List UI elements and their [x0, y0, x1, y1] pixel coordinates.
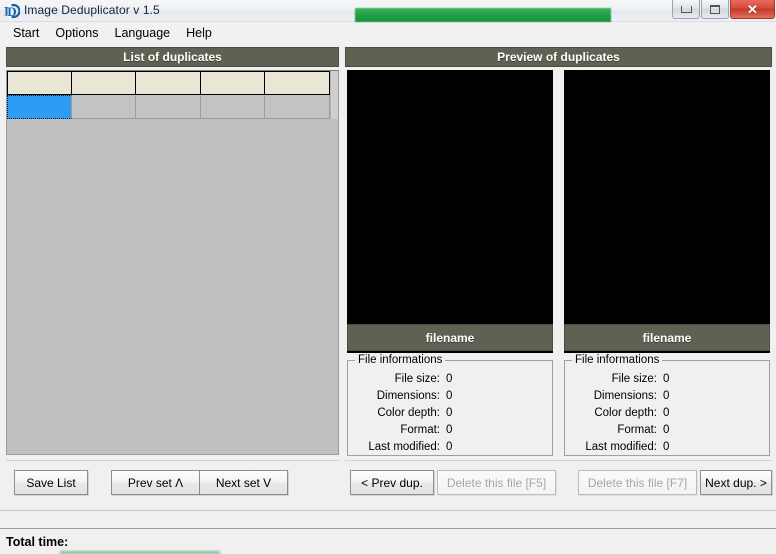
file-info-line-filesize-left: File size: 0 — [348, 373, 552, 390]
grid-header-cell-4[interactable] — [200, 71, 266, 94]
grid-header-cell-3[interactable] — [136, 71, 201, 94]
grid-cell-2[interactable] — [71, 95, 137, 119]
table-row[interactable] — [7, 95, 338, 119]
file-information-row: File informations File size: 0 Dimension… — [347, 354, 770, 458]
grid-header-cell-1[interactable] — [7, 71, 72, 94]
dimensions-value-left: 0 — [446, 390, 453, 402]
dimensions-label-left: Dimensions: — [376, 390, 440, 402]
preview-filename-row: filename filename — [347, 324, 770, 351]
file-info-title-right: File informations — [572, 354, 663, 366]
grid-cell-5[interactable] — [265, 95, 330, 119]
prev-dup-button[interactable]: < Prev dup. — [350, 470, 434, 495]
color-depth-value-right: 0 — [663, 407, 670, 419]
file-info-line-format-left: Format: 0 — [348, 424, 552, 441]
grid-header-row — [7, 71, 338, 95]
close-button[interactable]: ✕ — [730, 0, 775, 19]
format-value-right: 0 — [663, 424, 670, 436]
delete-file-f7-button[interactable]: Delete this file [F7] — [578, 470, 697, 495]
delete-file-f5-button[interactable]: Delete this file [F5] — [437, 470, 556, 495]
menu-item-options[interactable]: Options — [48, 24, 107, 43]
file-size-value-left: 0 — [446, 373, 453, 385]
minimize-button[interactable] — [672, 0, 700, 19]
dimensions-value-right: 0 — [663, 390, 670, 402]
format-label-left: Format: — [400, 424, 440, 436]
preview-button-bar: < Prev dup. Delete this file [F5] Delete… — [345, 460, 772, 504]
file-info-title-left: File informations — [355, 354, 446, 366]
file-size-label-left: File size: — [394, 373, 440, 385]
file-info-line-lastmodified-right: Last modified: 0 — [565, 441, 769, 458]
preview-image-left[interactable] — [347, 70, 553, 353]
file-info-line-dimensions-left: Dimensions: 0 — [348, 390, 552, 407]
format-value-left: 0 — [446, 424, 453, 436]
file-size-label-right: File size: — [611, 373, 657, 385]
minimize-icon — [680, 5, 692, 13]
file-info-line-colordepth-right: Color depth: 0 — [565, 407, 769, 424]
menu-item-help[interactable]: Help — [179, 24, 221, 43]
grid-cell-3[interactable] — [136, 95, 201, 119]
color-depth-value-left: 0 — [446, 407, 453, 419]
file-info-fields-left: File size: 0 Dimensions: 0 Color depth: … — [348, 373, 552, 458]
file-info-line-lastmodified-left: Last modified: 0 — [348, 441, 552, 458]
grid-header-cell-5[interactable] — [265, 71, 330, 94]
color-depth-label-left: Color depth: — [377, 407, 440, 419]
file-info-fields-right: File size: 0 Dimensions: 0 Color depth: … — [565, 373, 769, 458]
duplicates-list-header: List of duplicates — [6, 47, 339, 67]
menu-item-start[interactable]: Start — [6, 24, 48, 43]
file-info-line-filesize-right: File size: 0 — [565, 373, 769, 390]
color-depth-label-right: Color depth: — [594, 407, 657, 419]
file-info-line-colordepth-left: Color depth: 0 — [348, 407, 552, 424]
window-controls: ✕ — [671, 0, 775, 20]
file-size-value-right: 0 — [663, 373, 670, 385]
prev-set-button[interactable]: Prev set Λ — [111, 470, 200, 495]
client-area: List of duplicates Save List Prev set Λ … — [0, 44, 776, 510]
preview-panel-header: Preview of duplicates — [345, 47, 772, 67]
last-modified-label-left: Last modified: — [368, 441, 440, 453]
app-id-icon: I D — [4, 3, 20, 19]
total-time-label: Total time: — [6, 534, 69, 549]
application-window: I D Image Deduplicator v 1.5 ✕ Start Opt… — [0, 0, 776, 554]
duplicates-list-panel: List of duplicates Save List Prev set Λ … — [6, 47, 339, 504]
close-icon: ✕ — [747, 1, 758, 17]
next-dup-button[interactable]: Next dup. > — [700, 470, 772, 495]
file-info-line-dimensions-right: Dimensions: 0 — [565, 390, 769, 407]
title-bar: I D Image Deduplicator v 1.5 ✕ — [0, 0, 776, 22]
format-label-right: Format: — [617, 424, 657, 436]
last-modified-label-right: Last modified: — [585, 441, 657, 453]
window-title: Image Deduplicator v 1.5 — [24, 3, 160, 17]
save-list-button[interactable]: Save List — [14, 470, 88, 495]
file-info-groupbox-right: File informations File size: 0 Dimension… — [564, 354, 770, 458]
file-info-groupbox-left: File informations File size: 0 Dimension… — [347, 354, 553, 458]
menu-bar: Start Options Language Help — [0, 23, 776, 44]
preview-image-row — [347, 70, 770, 353]
last-modified-value-left: 0 — [446, 441, 453, 453]
maximize-icon — [710, 4, 720, 14]
status-spacer — [0, 510, 776, 528]
title-progress-band — [355, 8, 611, 22]
last-modified-value-right: 0 — [663, 441, 670, 453]
grid-cell-4[interactable] — [200, 95, 266, 119]
preview-image-right[interactable] — [564, 70, 770, 353]
grid-header-cell-2[interactable] — [71, 71, 137, 94]
next-set-button[interactable]: Next set V — [199, 470, 288, 495]
maximize-button[interactable] — [701, 0, 729, 19]
menu-item-language[interactable]: Language — [108, 24, 180, 43]
grid-scrollbar-gutter[interactable] — [330, 71, 338, 119]
dimensions-label-right: Dimensions: — [593, 390, 657, 402]
file-info-line-format-right: Format: 0 — [565, 424, 769, 441]
preview-panel: Preview of duplicates filename filename … — [345, 47, 772, 504]
svg-text:D: D — [7, 4, 16, 19]
duplicates-grid[interactable] — [6, 70, 339, 455]
list-button-bar: Save List Prev set Λ Next set V — [6, 460, 339, 504]
filename-label-left: filename — [347, 324, 553, 351]
grid-cell-selected[interactable] — [7, 95, 72, 119]
filename-label-right: filename — [564, 324, 770, 351]
